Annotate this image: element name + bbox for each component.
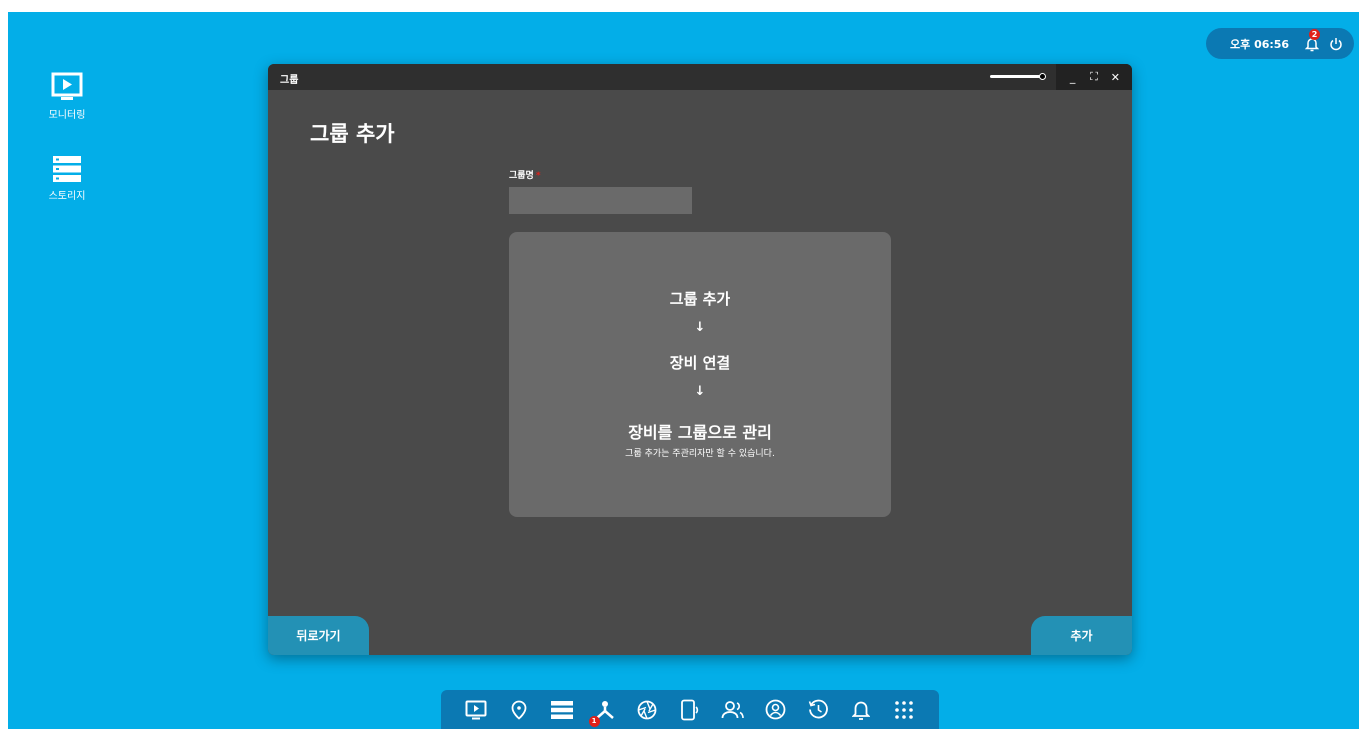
- notification-badge: 2: [1309, 28, 1321, 40]
- desktop-icon-label: 스토리지: [48, 191, 86, 202]
- notifications-button[interactable]: 2: [1304, 28, 1321, 52]
- volume-slider-knob[interactable]: [1039, 73, 1046, 80]
- close-button[interactable]: ✕: [1108, 71, 1122, 84]
- add-button[interactable]: 추가: [1031, 616, 1132, 655]
- minimize-button[interactable]: _: [1066, 71, 1080, 84]
- storage-icon: [550, 700, 573, 719]
- info-step-connect-device: 장비 연결: [669, 354, 731, 372]
- history-icon: [808, 699, 828, 719]
- user-circle-icon: [765, 699, 786, 720]
- taskbar-account[interactable]: [762, 697, 788, 723]
- power-icon[interactable]: [1329, 37, 1343, 51]
- location-pin-icon: [511, 700, 527, 720]
- taskbar-badge: 1: [588, 715, 600, 727]
- window-titlebar[interactable]: 그룹 _ ⛶ ✕: [268, 64, 1132, 90]
- taskbar-history[interactable]: [805, 697, 831, 723]
- monitor-play-icon: [51, 72, 83, 100]
- taskbar-apps[interactable]: [891, 697, 917, 723]
- bell-icon: [851, 701, 870, 720]
- taskbar-device[interactable]: [677, 697, 703, 723]
- desktop-icon-label: 모니터링: [48, 110, 86, 121]
- device-icon: [681, 699, 699, 720]
- desktop-icon-storage[interactable]: 스토리지: [27, 155, 107, 202]
- monitor-play-icon: [465, 700, 487, 719]
- info-step-add-group: 그룹 추가: [669, 290, 731, 308]
- page-title: 그룹 추가: [310, 122, 395, 146]
- window-controls: _ ⛶ ✕: [1056, 64, 1132, 90]
- group-name-label: 그룹명 *: [509, 168, 541, 181]
- taskbar-monitoring[interactable]: [463, 697, 489, 723]
- clock: 오후 06:56: [1230, 37, 1290, 51]
- group-name-input[interactable]: [509, 187, 692, 214]
- camera-aperture-icon: [637, 700, 657, 719]
- apps-grid-icon: [894, 700, 913, 719]
- status-pill: 오후 06:56 2: [1206, 28, 1354, 59]
- taskbar-camera[interactable]: [634, 697, 660, 723]
- taskbar: 1: [441, 690, 939, 729]
- info-note: 그룹 추가는 주관리자만 할 수 있습니다.: [625, 449, 775, 459]
- maximize-button[interactable]: ⛶: [1087, 70, 1101, 84]
- storage-icon: [53, 156, 81, 182]
- desktop-icon-monitoring[interactable]: 모니터링: [27, 72, 107, 121]
- back-button[interactable]: 뒤로가기: [268, 616, 369, 655]
- taskbar-notifications[interactable]: [848, 697, 874, 723]
- taskbar-users[interactable]: [720, 697, 746, 723]
- arrow-down-icon: ↓: [694, 384, 706, 399]
- info-step-manage-group: 장비를 그룹으로 관리: [628, 423, 772, 442]
- info-panel: 그룹 추가 ↓ 장비 연결 ↓ 장비를 그룹으로 관리 그룹 추가는 주관리자만…: [509, 232, 891, 517]
- group-name-label-text: 그룹명: [509, 171, 534, 181]
- arrow-down-icon: ↓: [694, 320, 706, 335]
- users-icon: [721, 700, 744, 718]
- taskbar-group[interactable]: 1: [588, 697, 618, 727]
- taskbar-storage[interactable]: [549, 697, 575, 723]
- taskbar-location[interactable]: [506, 697, 532, 723]
- volume-slider[interactable]: [990, 75, 1040, 78]
- required-mark: *: [535, 171, 541, 181]
- desktop: 모니터링 스토리지 오후 06:56 2 그룹 _ ⛶ ✕ 그룹 추가 그룹명 …: [8, 12, 1359, 729]
- group-window: 그룹 _ ⛶ ✕ 그룹 추가 그룹명 * 그룹 추가 ↓ 장비 연결 ↓ 장비를 …: [268, 64, 1132, 655]
- window-title: 그룹: [280, 75, 299, 86]
